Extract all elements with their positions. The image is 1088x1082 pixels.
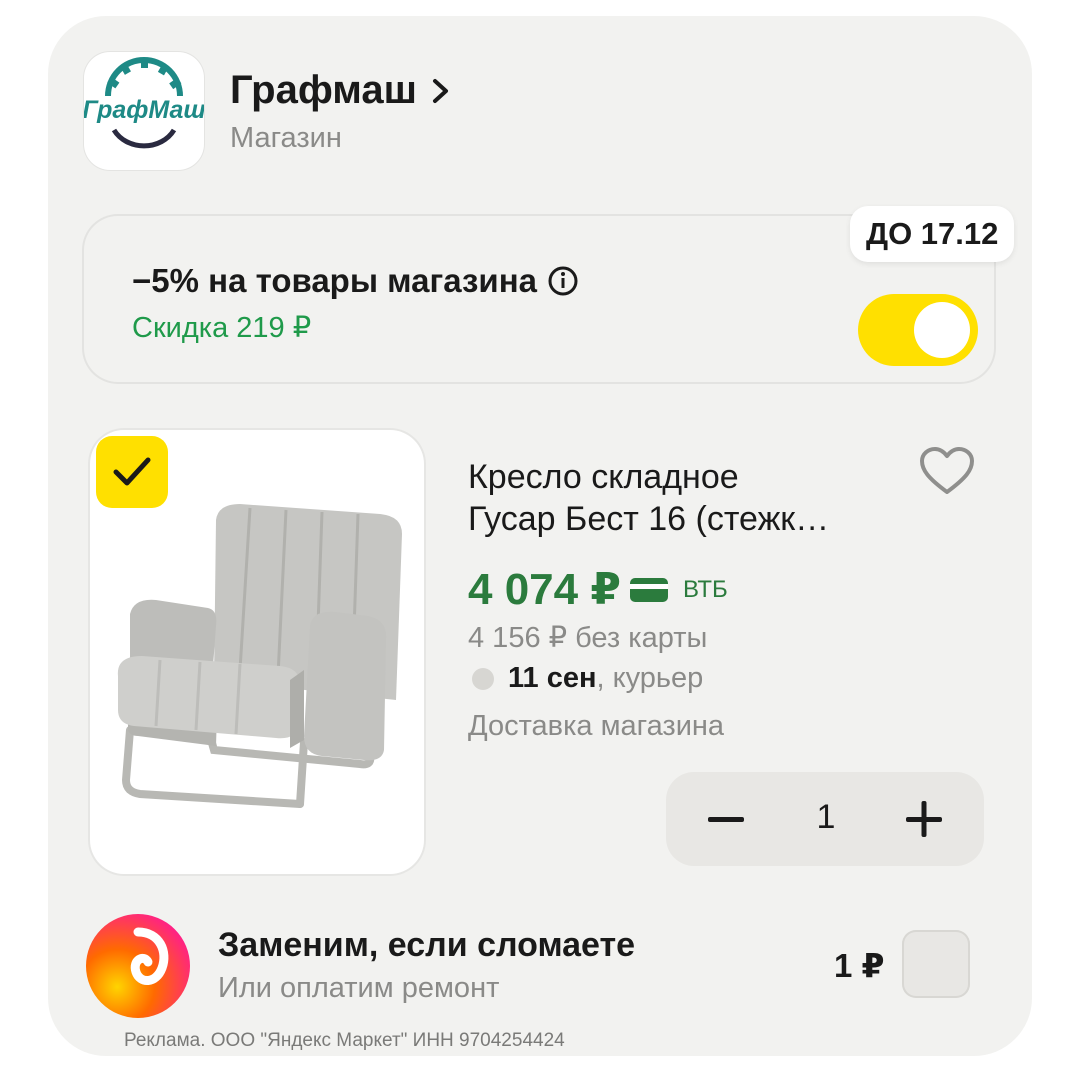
info-icon[interactable] — [547, 265, 579, 297]
product-price: 4 074 ₽ — [468, 565, 621, 614]
price-row: 4 074 ₽ ВТБ — [468, 564, 728, 615]
insurance-subtitle: Или оплатим ремонт — [218, 972, 500, 1004]
store-name: Графмаш — [230, 68, 417, 112]
toggle-knob — [914, 302, 970, 358]
increase-button[interactable] — [876, 772, 972, 866]
quantity-value: 1 — [816, 798, 836, 836]
promo-title: −5% на товары магазина — [132, 262, 537, 299]
gear-logo-icon: ГрафМаш — [84, 57, 204, 149]
plus-icon — [906, 801, 942, 837]
promo-discount: Скидка 219 ₽ — [132, 312, 312, 344]
bank-name: ВТБ — [682, 575, 728, 603]
card-icon — [629, 577, 668, 602]
product-title-line1: Кресло складное — [468, 458, 739, 496]
delivery-date: 11 сен — [508, 662, 597, 694]
heart-icon[interactable] — [918, 446, 976, 498]
product-title-line2: Гусар Бест 16 (стежк… — [468, 500, 830, 538]
decrease-button[interactable] — [678, 772, 774, 866]
old-price: 4 156 ₽ без карты — [468, 622, 708, 654]
store-name-link[interactable]: Графмаш — [230, 68, 453, 113]
promo-title-row: −5% на товары магазина — [132, 262, 579, 300]
chevron-right-icon — [432, 78, 448, 103]
delivery-method: , курьер — [596, 662, 704, 694]
ad-disclaimer: Реклама. ООО "Яндекс Маркет" ИНН 9704254… — [124, 1030, 565, 1051]
product-title[interactable]: Кресло складное Гусар Бест 16 (стежк… — [468, 456, 888, 540]
quantity-stepper: 1 — [666, 772, 984, 866]
delivery-info: 11 сен, курьер — [472, 662, 703, 695]
insurance-price: 1 ₽ — [834, 947, 885, 984]
insurance-logo-icon — [86, 914, 190, 1018]
promo-toggle[interactable] — [858, 294, 978, 366]
minus-icon — [708, 817, 744, 822]
insurance-title: Заменим, если сломаете — [218, 926, 636, 964]
checkmark-icon — [113, 457, 151, 486]
store-delivery: Доставка магазина — [468, 710, 725, 742]
logo-text: ГрафМаш — [84, 96, 204, 124]
delivery-dot-icon — [472, 667, 494, 690]
store-logo[interactable]: ГрафМаш — [84, 52, 204, 170]
promo-date-badge: ДО 17.12 — [850, 206, 1015, 262]
select-checkbox[interactable] — [96, 436, 168, 508]
store-subtitle: Магазин — [230, 122, 342, 154]
insurance-checkbox[interactable] — [902, 930, 970, 998]
